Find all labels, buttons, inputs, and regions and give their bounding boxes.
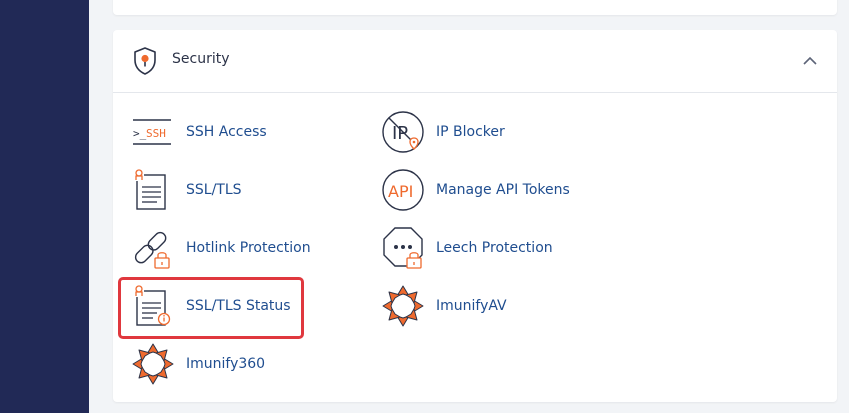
tool-manage-api-tokens[interactable]: API Manage API Tokens	[381, 168, 570, 212]
tool-leech-protection[interactable]: Leech Protection	[381, 226, 553, 270]
hotlink-icon	[131, 226, 177, 270]
left-sidebar	[0, 0, 89, 413]
tool-label[interactable]: Imunify360	[186, 356, 265, 372]
chevron-up-icon[interactable]	[801, 53, 819, 69]
security-section-header[interactable]: Security	[113, 30, 837, 93]
shield-icon	[132, 46, 158, 76]
ssh-prompt-text: >_	[133, 127, 147, 140]
section-title: Security	[172, 51, 230, 67]
tool-imunifyav[interactable]: ImunifyAV	[381, 284, 507, 328]
tool-hotlink-protection[interactable]: Hotlink Protection	[131, 226, 311, 270]
ssh-icon: >_ SSH	[131, 110, 177, 154]
tool-label[interactable]: ImunifyAV	[436, 298, 507, 314]
api-tokens-icon: API	[381, 168, 427, 212]
tool-ip-blocker[interactable]: IP IP Blocker	[381, 110, 505, 154]
imunifyav-icon	[381, 284, 427, 328]
tool-imunify360[interactable]: Imunify360	[131, 342, 265, 386]
api-text: API	[388, 182, 413, 201]
tool-ssl-tls-status[interactable]: SSL/TLS Status	[131, 284, 291, 328]
ssh-text: SSH	[146, 127, 166, 140]
previous-section-card	[113, 0, 837, 15]
tool-label[interactable]: Manage API Tokens	[436, 182, 570, 198]
tool-label[interactable]: SSH Access	[186, 124, 267, 140]
imunify360-icon	[131, 342, 177, 386]
tool-ssh-access[interactable]: >_ SSH SSH Access	[131, 110, 267, 154]
tool-label[interactable]: SSL/TLS	[186, 182, 242, 198]
ssl-tls-icon	[131, 168, 177, 212]
ip-text: IP	[392, 123, 408, 144]
tool-ssl-tls[interactable]: SSL/TLS	[131, 168, 242, 212]
ssl-status-icon	[131, 284, 177, 328]
ip-blocker-icon: IP	[381, 110, 427, 154]
tool-label[interactable]: Leech Protection	[436, 240, 553, 256]
tool-label[interactable]: Hotlink Protection	[186, 240, 311, 256]
leech-icon	[381, 226, 427, 270]
tool-label[interactable]: SSL/TLS Status	[186, 298, 291, 314]
tool-label[interactable]: IP Blocker	[436, 124, 505, 140]
